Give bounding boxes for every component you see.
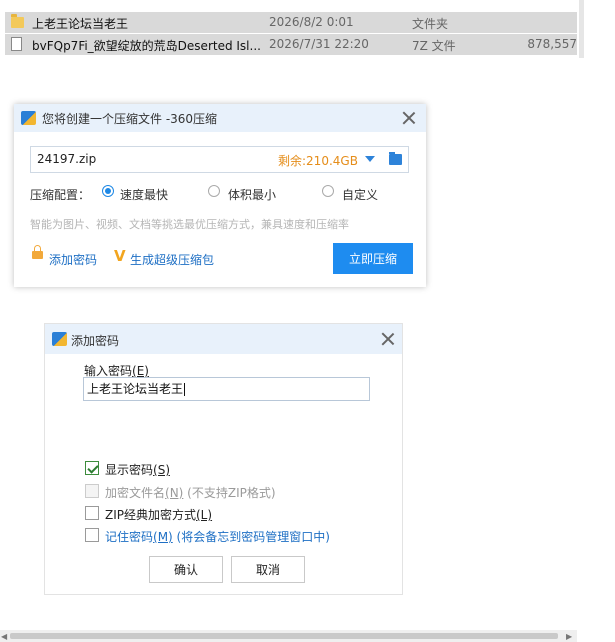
show-password-checkbox[interactable] [85, 461, 99, 475]
password-value: 上老王论坛当老王 [87, 382, 184, 396]
file-date: 2026/7/31 22:20 [269, 37, 369, 51]
chevron-down-icon[interactable] [365, 156, 375, 162]
file-size: 878,557 [527, 37, 577, 51]
file-name: bvFQp7Fi_欲望绽放的荒岛Deserted Isl... [32, 39, 261, 53]
scroll-left-icon[interactable]: ◀ [1, 632, 7, 641]
encrypt-filenames-checkbox [85, 484, 99, 498]
radio-fastest-label[interactable]: 速度最快 [120, 186, 168, 203]
file-name: 上老王论坛当老王 [32, 17, 129, 31]
scrollbar-thumb[interactable] [10, 633, 558, 639]
show-password-label[interactable]: 显示密码(S) [105, 461, 170, 478]
super-package-link[interactable]: 生成超级压缩包 [130, 251, 214, 268]
password-dialog-title: 添加密码 [71, 334, 120, 348]
zip-classic-encryption-label[interactable]: ZIP经典加密方式(L) [105, 506, 212, 523]
close-icon[interactable] [381, 332, 395, 346]
file-type: 7Z 文件 [412, 39, 456, 53]
compress-dialog: 您将创建一个压缩文件 -360压缩 24197.zip 剩余:210.4GB 压… [14, 104, 426, 287]
compress-hint: 智能为图片、视频、文档等挑选最优压缩方式，兼具速度和压缩率 [30, 218, 349, 231]
archive-path-field[interactable]: 24197.zip 剩余:210.4GB [30, 146, 409, 173]
browse-folder-icon[interactable] [389, 152, 402, 165]
file-row-archive[interactable]: bvFQp7Fi_欲望绽放的荒岛Deserted Isl... 2026/7/3… [5, 34, 577, 55]
app-logo-icon [52, 332, 67, 346]
file-date: 2026/8/2 0:01 [269, 15, 354, 29]
folder-icon [11, 14, 24, 30]
document-icon [11, 37, 24, 52]
app-logo-icon [21, 111, 36, 125]
radio-smallest[interactable] [208, 185, 220, 197]
add-password-link[interactable]: 添加密码 [49, 251, 97, 268]
zip-classic-encryption-checkbox[interactable] [85, 506, 99, 520]
compress-config-label: 压缩配置： [30, 188, 91, 202]
remember-password-checkbox[interactable] [85, 528, 99, 542]
compress-dialog-titlebar[interactable]: 您将创建一个压缩文件 -360压缩 [14, 104, 426, 132]
archive-filename[interactable]: 24197.zip [37, 152, 96, 166]
encrypt-filenames-label: 加密文件名(N) (不支持ZIP格式) [105, 486, 276, 500]
password-input[interactable]: 上老王论坛当老王 [83, 377, 370, 401]
text-cursor [184, 383, 186, 396]
ok-button[interactable]: 确认 [149, 556, 223, 583]
compress-now-button[interactable]: 立即压缩 [333, 243, 413, 274]
file-row-folder[interactable]: 上老王论坛当老王 2026/8/2 0:01 文件夹 [5, 12, 577, 33]
cancel-button[interactable]: 取消 [231, 556, 305, 583]
radio-custom[interactable] [322, 185, 334, 197]
radio-smallest-label[interactable]: 体积最小 [228, 186, 276, 203]
lock-icon [32, 245, 43, 259]
v-badge-icon: V [114, 247, 126, 265]
scroll-right-icon[interactable]: ▶ [566, 632, 572, 641]
close-icon[interactable] [402, 111, 416, 125]
compress-dialog-title: 您将创建一个压缩文件 -360压缩 [42, 112, 218, 126]
vertical-scrollbar[interactable] [579, 0, 584, 58]
horizontal-scrollbar[interactable]: ◀ ▶ [0, 630, 577, 642]
radio-custom-label[interactable]: 自定义 [342, 186, 378, 203]
password-field-shortcut: (E) [132, 364, 149, 378]
radio-fastest[interactable] [102, 185, 114, 197]
file-type: 文件夹 [412, 17, 449, 31]
password-dialog-titlebar[interactable]: 添加密码 [45, 324, 402, 354]
password-field-label-text: 输入密码 [84, 364, 133, 378]
remember-password-label[interactable]: 记住密码(M) (将会备忘到密码管理窗口中) [105, 528, 330, 545]
free-space-label: 剩余:210.4GB [278, 154, 358, 168]
password-dialog: 添加密码 输入密码(E) 上老王论坛当老王 显示密码(S) 加密文件名(N) (… [44, 323, 403, 595]
